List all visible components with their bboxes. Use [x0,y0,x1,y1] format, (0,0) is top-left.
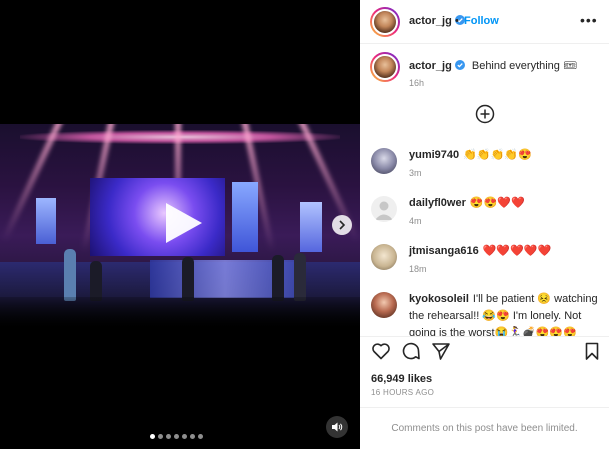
carousel-dot [150,434,155,439]
speaker-icon [332,422,343,432]
carousel-dot [190,434,195,439]
verified-badge-icon [454,60,465,70]
carousel-dot [158,434,163,439]
carousel-dot [174,434,179,439]
divider [360,407,609,408]
follow-button[interactable]: Follow [464,15,499,27]
avatar[interactable] [371,244,397,270]
comment-username[interactable]: yumi9740 [409,149,459,161]
led-screen [300,202,322,252]
comment-time: 3m [409,168,422,178]
comment-item: jtmisanga616 ❤️❤️❤️❤️❤️ 18m [360,242,609,286]
comment-item: yumi9740 👏👏👏👏😍 3m [360,146,609,190]
comment-text: yumi9740 👏👏👏👏😍 [409,147,599,164]
mute-button[interactable] [326,416,348,438]
avatar[interactable] [370,7,400,37]
separator-dot: • [455,15,459,27]
next-slide-button[interactable] [332,215,352,235]
performer [64,249,76,301]
comment-item: kyokosoleil I'll be patient 😣 watching th… [360,290,609,336]
carousel-indicator [150,434,203,439]
caption-body: Behind everything 🎟 [471,60,577,72]
share-icon[interactable] [431,341,451,361]
comment-text: dailyfl0wer 😍😍❤️❤️ [409,195,599,212]
performer [272,255,284,301]
avatar[interactable] [370,52,400,82]
post-time[interactable]: 16 HOURS AGO [371,388,434,397]
post-dialog: actor_jg • Follow ••• actor_jg Behind ev… [0,0,609,449]
comment-body: 😍😍❤️❤️ [469,197,525,209]
comment-time: 4m [409,216,422,226]
performer [294,253,306,301]
comment-text: kyokosoleil I'll be patient 😣 watching th… [409,291,599,336]
media-pane [0,0,360,449]
carousel-dot [182,434,187,439]
performer [182,257,194,301]
performer [90,261,102,301]
audience [0,297,360,327]
post-sidebar: actor_jg • Follow ••• actor_jg Behind ev… [360,0,609,449]
comment-username[interactable]: dailyfl0wer [409,197,466,209]
comment-username[interactable]: kyokosoleil [409,293,469,305]
comment-text: jtmisanga616 ❤️❤️❤️❤️❤️ [409,243,599,260]
avatar[interactable] [371,148,397,174]
add-comment-icon[interactable] [475,104,495,124]
led-screen [232,182,258,252]
carousel-dot [166,434,171,439]
divider [360,336,609,337]
chevron-right-icon [339,220,346,230]
comment-username[interactable]: jtmisanga616 [409,245,479,257]
comment-item: dailyfl0wer 😍😍❤️❤️ 4m [360,194,609,238]
action-bar [360,341,609,363]
play-icon[interactable] [158,199,206,247]
comments-limited-notice: Comments on this post have been limited. [391,423,578,434]
post-header: actor_jg • Follow ••• [360,0,609,44]
caption-username[interactable]: actor_jg [409,60,465,72]
heart-icon[interactable] [371,341,391,361]
avatar[interactable] [371,196,397,222]
bookmark-icon[interactable] [582,341,602,361]
like-count[interactable]: 66,949 likes [371,373,432,385]
carousel-dot [198,434,203,439]
led-screen [36,198,56,244]
comment-icon[interactable] [401,341,421,361]
avatar[interactable] [371,292,397,318]
caption-text: actor_jg Behind everything 🎟 [409,59,599,72]
comment-time: 18m [409,264,427,274]
caption-time: 16h [409,78,425,88]
comment-body: 👏👏👏👏😍 [463,149,532,161]
comment-body: ❤️❤️❤️❤️❤️ [482,245,552,257]
more-options-icon[interactable]: ••• [580,12,598,28]
